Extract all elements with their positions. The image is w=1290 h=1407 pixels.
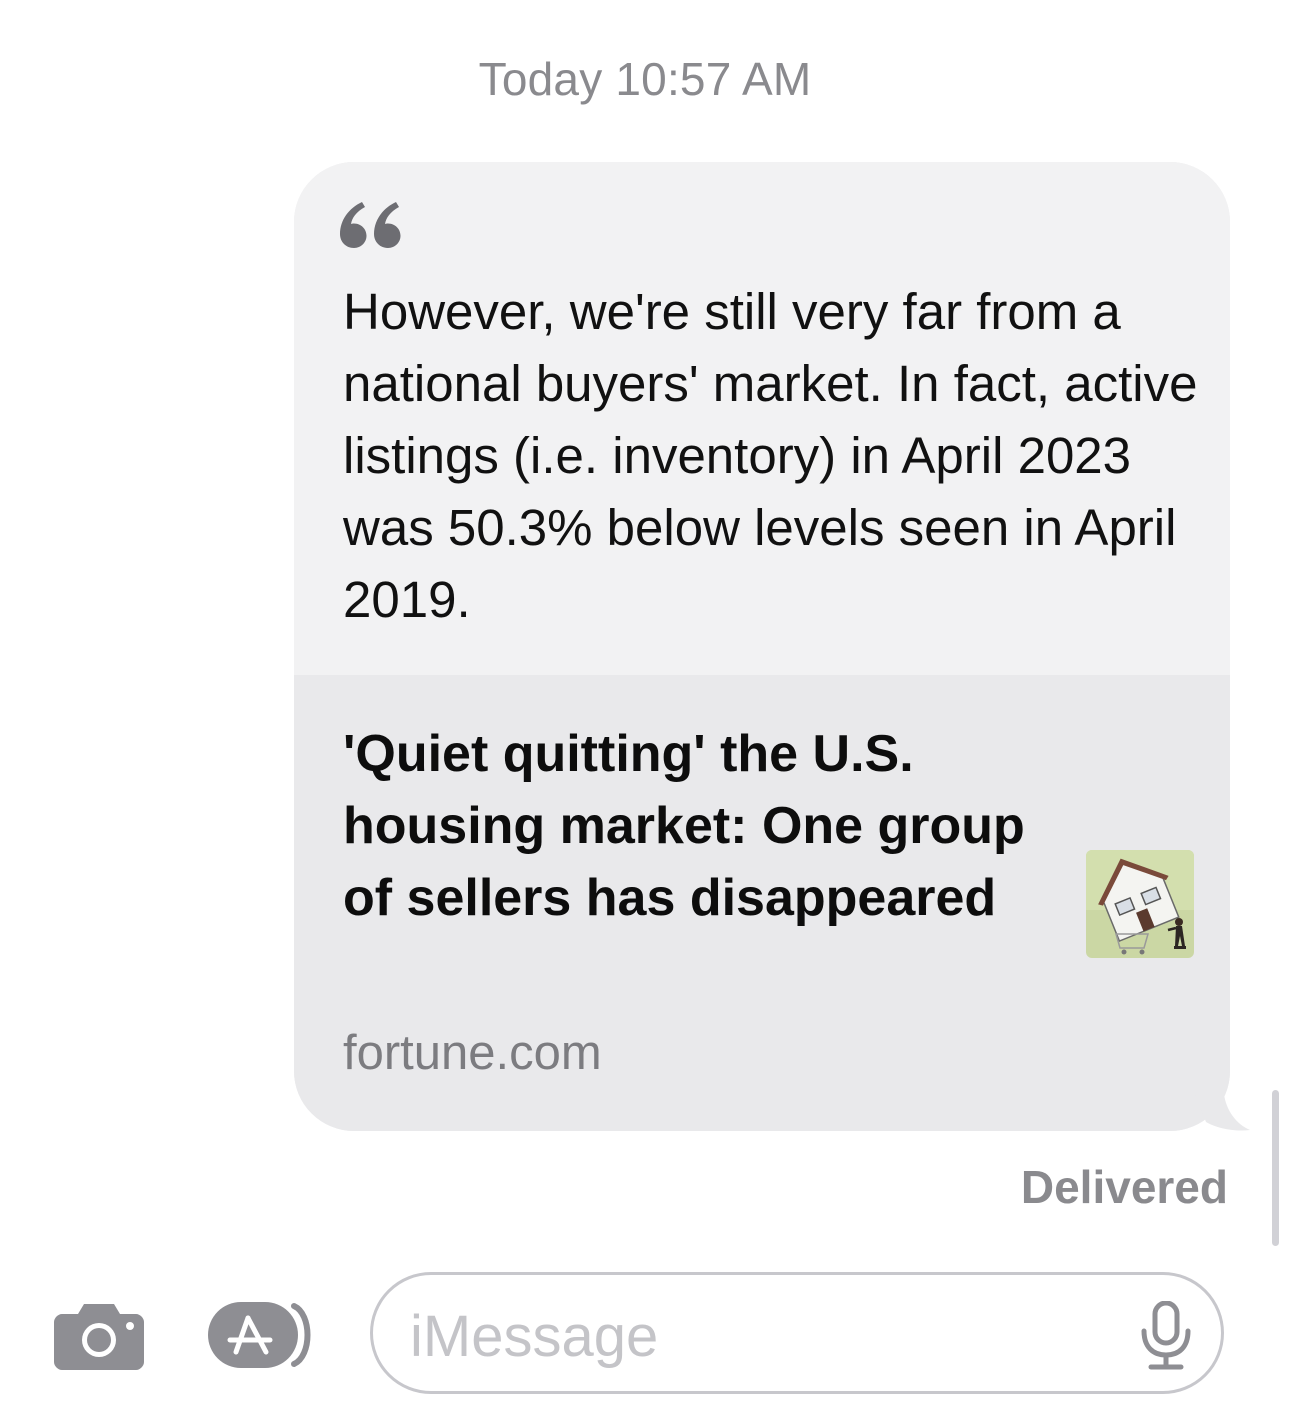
link-domain: fortune.com [343, 1026, 602, 1080]
app-store-icon[interactable] [208, 1300, 320, 1370]
delivery-status: Delivered [1020, 1161, 1228, 1213]
quote-text: However, we're still very far from a nat… [343, 283, 1198, 628]
camera-icon[interactable] [54, 1300, 144, 1370]
link-preview-card[interactable]: 'Quiet quitting' the U.S. housing market… [294, 675, 1230, 1131]
scrollbar[interactable] [1272, 1090, 1279, 1246]
link-title[interactable]: 'Quiet quitting' the U.S. housing market… [343, 718, 1043, 934]
quote-section: However, we're still very far from a nat… [294, 162, 1230, 675]
message-timestamp: Today 10:57 AM [478, 53, 812, 105]
microphone-icon[interactable] [1139, 1301, 1193, 1371]
house-thumbnail[interactable] [1086, 850, 1194, 958]
quote-mark-icon [340, 202, 401, 248]
bubble-tail [1194, 1092, 1250, 1131]
imessage-input[interactable]: iMessage [370, 1272, 1224, 1394]
link-preview-bubble[interactable]: However, we're still very far from a nat… [294, 162, 1230, 1131]
input-placeholder: iMessage [410, 1304, 659, 1369]
